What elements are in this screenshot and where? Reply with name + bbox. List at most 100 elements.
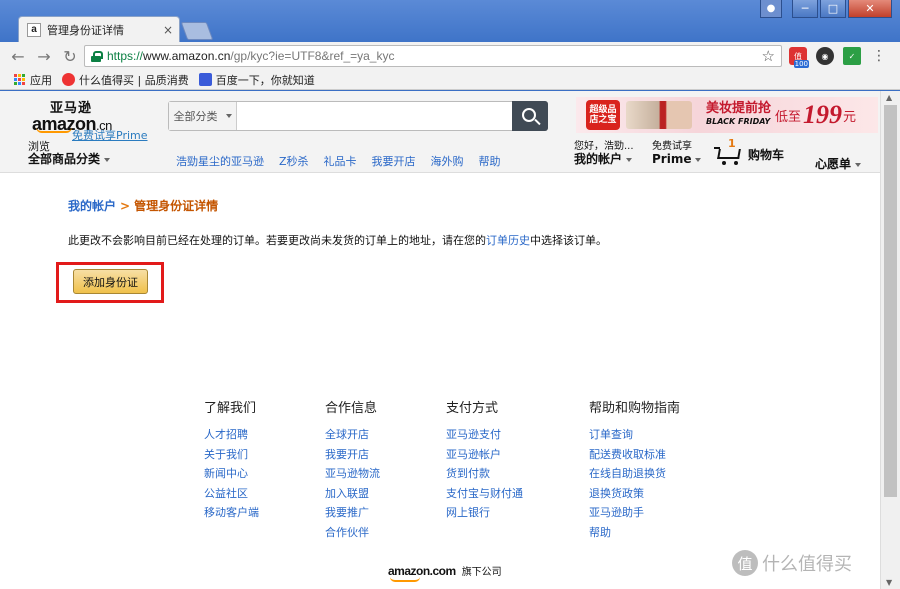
footer-link[interactable]: 亚马逊物流 [325,464,465,484]
footer-link[interactable]: 网上银行 [446,503,586,523]
search-button[interactable] [512,101,548,131]
user-profile-icon[interactable]: ● [760,0,782,18]
footer-column-about: 了解我们 人才招聘 关于我们 新闻中心 公益社区 移动客户端 [204,397,344,523]
footer-link[interactable]: 我要推广 [325,503,465,523]
nav-link-my-amazon[interactable]: 浩勁星尘的亚马逊 [176,153,264,169]
close-window-button[interactable]: ✕ [848,0,892,18]
amazon-smile-icon [36,127,72,133]
footer-link[interactable]: 亚马逊帐户 [446,445,586,465]
cart-button[interactable]: 1 购物车 [714,137,785,165]
info-text-after: 中选择该订单。 [530,234,607,247]
wishlist-menu[interactable]: 心愿单 [815,155,862,172]
promo-tag: BLACK FRIDAY [706,117,771,126]
back-arrow-icon[interactable]: ← [10,47,26,66]
footer-column-title: 合作信息 [325,401,378,416]
footer-link[interactable]: 支付宝与财付通 [446,484,586,504]
footer-link[interactable]: 配送费收取标准 [589,445,729,465]
url-text[interactable]: https://www.amazon.cn/gp/kyc?ie=UTF8&ref… [107,49,394,63]
amazon-header: 亚马逊 amazon.cn 免费试享Prime 全部分类 超级品店之宝 美妆提前… [0,91,880,173]
nav-link-help[interactable]: 帮助 [479,153,501,169]
breadcrumb-my-account[interactable]: 我的帐户 [68,199,116,213]
footer-link[interactable]: 公益社区 [204,484,344,504]
promo-seal: 超级品店之宝 [586,100,620,130]
search-category-dropdown[interactable]: 全部分类 [169,102,237,130]
smzdm-watermark: 值 什么值得买 [732,550,852,576]
bookmark-baidu[interactable]: 百度一下，你就知道 [198,72,315,88]
footer-link[interactable]: 移动客户端 [204,503,344,523]
info-text-before: 此更改不会影响目前已经在处理的订单。若要更改尚未发货的订单上的地址，请在您的 [68,234,486,247]
page-scrollbar[interactable]: ▲ ▼ [880,91,900,589]
footer-link[interactable]: 我要开店 [325,445,465,465]
maximize-button[interactable]: □ [820,0,846,18]
extension-smzdm-icon[interactable]: 值 100 [789,47,809,68]
order-history-link[interactable]: 订单历史 [486,234,530,247]
breadcrumb-separator: > [120,199,131,213]
footer-link[interactable]: 人才招聘 [204,425,344,445]
amazon-logo[interactable]: 亚马逊 amazon.cn 免费试享Prime [32,97,148,142]
cart-label: 购物车 [748,148,785,162]
account-menu[interactable]: 您好，浩勁... 我的帐户 [574,141,634,165]
bookmark-label: 百度一下，你就知道 [215,73,315,87]
promo-title: 美妆提前抢 [706,101,772,116]
new-tab-button[interactable] [180,22,214,40]
footer-link[interactable]: 亚马逊助手 [589,503,729,523]
bookmarks-bar: 应用 什么值得买 | 品质消费 百度一下，你就知道 [0,70,900,90]
footer-link[interactable]: 退换货政策 [589,484,729,504]
search-input[interactable] [237,102,512,130]
minimize-button[interactable]: ─ [792,0,818,18]
prime-menu[interactable]: 免费试享 Prime [652,141,702,165]
footer-link[interactable]: 加入联盟 [325,484,465,504]
search-icon [521,107,536,122]
url-host: www.amazon.cn [143,49,231,63]
chevron-down-icon [695,157,702,162]
browser-tab[interactable]: a 管理身份证详情 × [18,16,180,42]
chevron-down-icon [855,162,862,167]
browser-titlebar: a 管理身份证详情 × ● ─ □ ✕ [0,0,900,42]
footer-link[interactable]: 在线自助退换货 [589,464,729,484]
nav-link-gift-card[interactable]: 礼品卡 [324,153,357,169]
footer-link[interactable]: 关于我们 [204,445,344,465]
footer-link[interactable]: 订单查询 [589,425,729,445]
browse-all-categories[interactable]: 浏览 全部商品分类 [28,141,111,165]
footer-link[interactable]: 新闻中心 [204,464,344,484]
footer-link[interactable]: 合作伙伴 [325,523,465,543]
search-bar: 全部分类 [168,101,548,131]
extension-dark-icon[interactable]: ◉ [816,47,834,65]
bookmark-smzdm[interactable]: 什么值得买 | 品质消费 [62,72,189,88]
scroll-thumb[interactable] [884,105,897,497]
account-label: 我的帐户 [574,153,634,165]
lock-icon[interactable] [91,50,103,62]
footer-column-title: 了解我们 [204,401,257,416]
browser-toolbar: ← → ↻ https://www.amazon.cn/gp/kyc?ie=UT… [0,42,900,70]
footer-column-title: 帮助和购物指南 [589,401,681,416]
browser-menu-icon[interactable]: ⋮ [872,48,886,64]
footer-bottom: amazon.com 旗下公司 [388,563,502,582]
promo-headline: 美妆提前抢 BLACK FRIDAY [706,102,771,128]
nav-link-deals[interactable]: Z秒杀 [279,153,309,169]
address-bar[interactable]: https://www.amazon.cn/gp/kyc?ie=UTF8&ref… [84,45,782,67]
footer-link[interactable]: 亚马逊支付 [446,425,586,445]
bookmark-star-icon[interactable]: ☆ [762,47,775,65]
forward-arrow-icon[interactable]: → [36,47,52,66]
chevron-down-icon [225,114,232,118]
search-category-label: 全部分类 [173,110,218,123]
scroll-down-icon[interactable]: ▼ [886,578,892,587]
tab-close-icon[interactable]: × [163,23,173,37]
nav-link-sell[interactable]: 我要开店 [372,153,416,169]
promo-product-image [626,101,692,129]
reload-icon[interactable]: ↻ [62,47,78,66]
footer-link[interactable]: 全球开店 [325,425,465,445]
scroll-up-icon[interactable]: ▲ [886,93,892,102]
extension-shield-icon[interactable]: ✓ [843,47,861,65]
footer-link[interactable]: 帮助 [589,523,729,543]
page-title: 管理身份证详情 [134,199,219,213]
chevron-down-icon [104,157,111,162]
nav-link-global[interactable]: 海外购 [431,153,464,169]
browse-big-label: 全部商品分类 [28,153,111,165]
add-id-card-button[interactable]: 添加身份证 [73,269,148,294]
footer-column-payment: 支付方式 亚马逊支付 亚马逊帐户 货到付款 支付宝与财付通 网上银行 [446,397,586,523]
promo-banner[interactable]: 超级品店之宝 美妆提前抢 BLACK FRIDAY 低至 199 元 [576,97,878,133]
amazon-com-logo[interactable]: amazon.com [388,564,456,582]
footer-link[interactable]: 货到付款 [446,464,586,484]
bookmark-apps[interactable]: 应用 [14,72,52,88]
